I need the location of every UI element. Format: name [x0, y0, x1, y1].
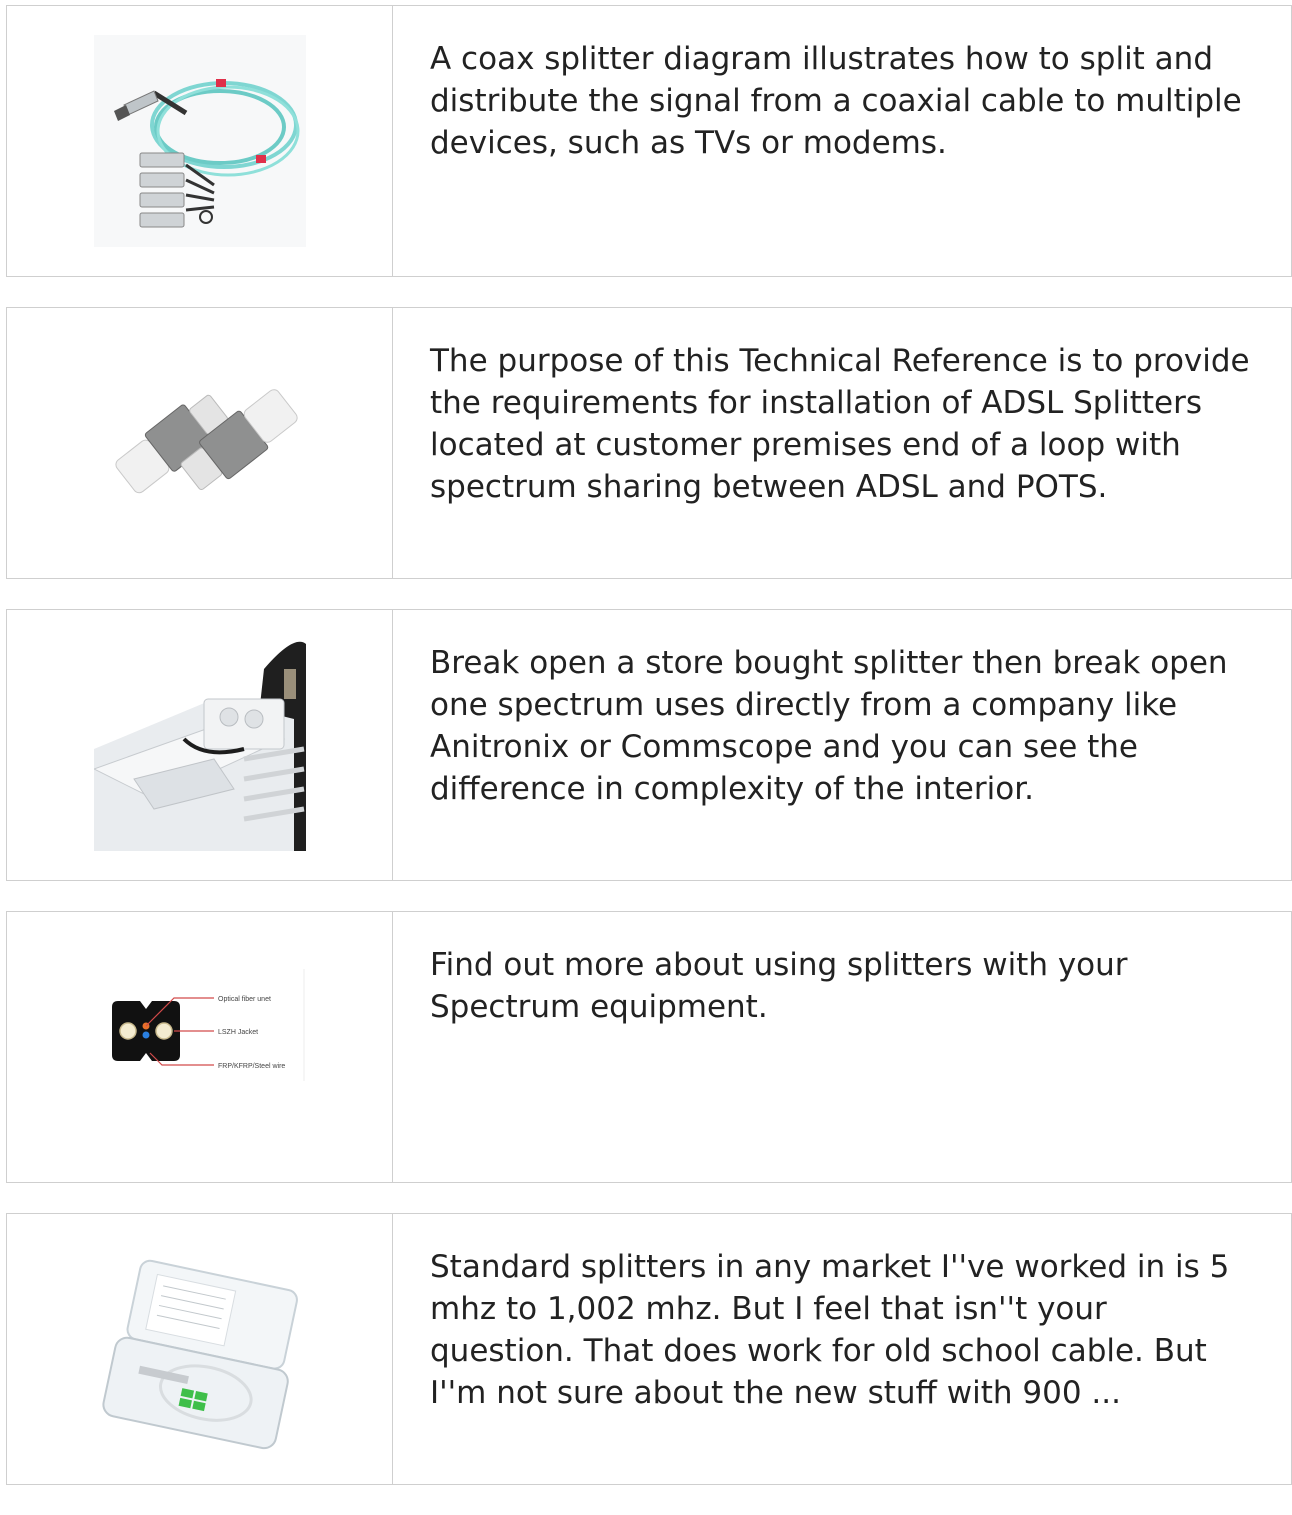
diagram-label-wire: FRP/KFRP/Steel wire — [218, 1063, 285, 1070]
result-card[interactable]: The purpose of this Technical Reference … — [6, 307, 1292, 579]
result-card[interactable]: Break open a store bought splitter then … — [6, 609, 1292, 881]
result-snippet[interactable]: Standard splitters in any market I''ve w… — [430, 1246, 1251, 1414]
aoc-breakout-cable-thumbnail[interactable] — [93, 35, 306, 247]
diagram-label-jacket: LSZH Jacket — [218, 1029, 258, 1036]
splitter-housing-interior-thumbnail[interactable] — [93, 639, 306, 851]
snippet-cell: Find out more about using splitters with… — [393, 912, 1291, 1182]
diagram-label-fiber: Optical fiber unet — [218, 996, 271, 1003]
snippet-cell: Standard splitters in any market I''ve w… — [393, 1214, 1291, 1484]
result-card[interactable]: Standard splitters in any market I''ve w… — [6, 1213, 1292, 1485]
drop-cable-cross-section-thumbnail[interactable]: Optical fiber unet LSZH Jacket FRP/KFRP/… — [93, 941, 306, 1153]
snippet-cell: Break open a store bought splitter then … — [393, 610, 1291, 880]
results-list: A coax splitter diagram illustrates how … — [6, 5, 1292, 1515]
thumbnail-cell: Optical fiber unet LSZH Jacket FRP/KFRP/… — [7, 912, 393, 1182]
result-card[interactable]: A coax splitter diagram illustrates how … — [6, 5, 1292, 277]
result-card[interactable]: Optical fiber unet LSZH Jacket FRP/KFRP/… — [6, 911, 1292, 1183]
result-snippet[interactable]: Break open a store bought splitter then … — [430, 642, 1251, 810]
snippet-cell: The purpose of this Technical Reference … — [393, 308, 1291, 578]
thumbnail-cell — [7, 6, 393, 276]
plc-splitter-box-thumbnail[interactable] — [93, 1243, 306, 1455]
result-snippet[interactable]: A coax splitter diagram illustrates how … — [430, 38, 1251, 164]
result-snippet[interactable]: The purpose of this Technical Reference … — [430, 340, 1251, 508]
thumbnail-cell — [7, 1214, 393, 1484]
thumbnail-cell — [7, 610, 393, 880]
thumbnail-cell — [7, 308, 393, 578]
fiber-adapter-pair-thumbnail[interactable] — [93, 337, 306, 549]
result-snippet[interactable]: Find out more about using splitters with… — [430, 944, 1251, 1028]
snippet-cell: A coax splitter diagram illustrates how … — [393, 6, 1291, 276]
